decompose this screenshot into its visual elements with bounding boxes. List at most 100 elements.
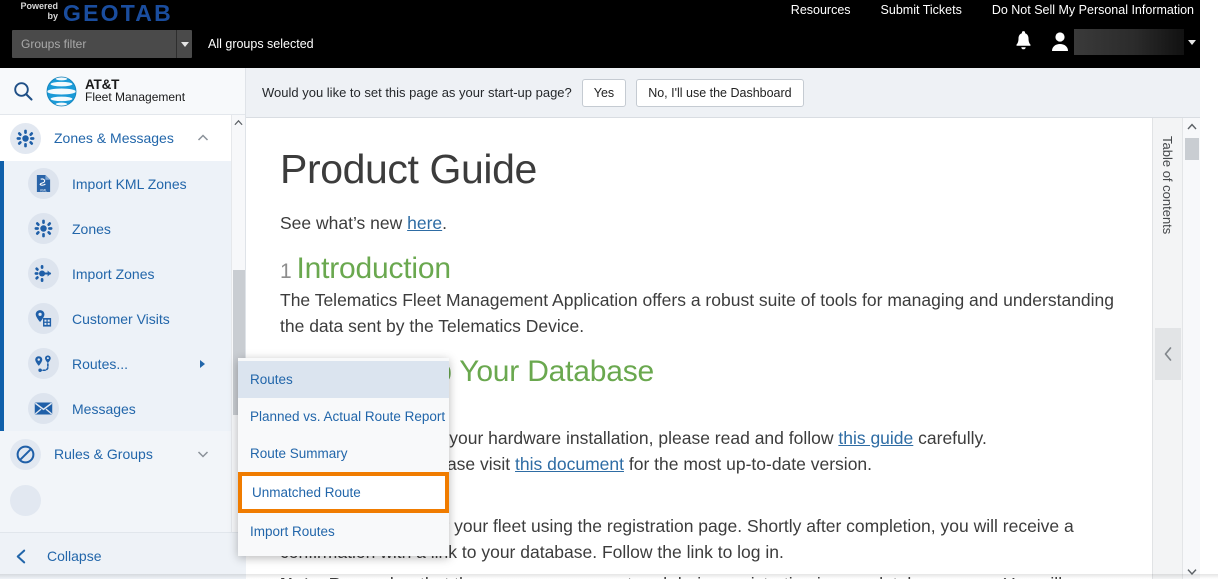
powered-line-1: Powered (20, 1, 58, 11)
att-product-name: AT&T Fleet Management (85, 78, 186, 104)
page-title: Product Guide (280, 146, 537, 192)
heading-introduction: 1 Introduction (280, 252, 1138, 286)
table-of-contents-rail[interactable]: Table of contents (1152, 118, 1182, 579)
submenu-arrow-icon (200, 359, 205, 368)
document-scroll-thumb[interactable] (1185, 138, 1199, 160)
sidebar-group-label: Zones & Messages (54, 130, 174, 146)
user-menu[interactable] (1050, 29, 1196, 55)
zone-gear-icon (28, 213, 59, 244)
zones-icon (10, 122, 41, 154)
chevron-up-icon (1186, 123, 1197, 129)
sidebar-item-routes[interactable]: Routes... (0, 341, 231, 386)
sidebar-nav-scroll-area: Zones & Messages KML Import KML Zones Zo… (0, 115, 245, 579)
top-bar: Powered by GEOTAB Resources Submit Ticke… (0, 0, 1200, 68)
customer-visits-icon (28, 303, 59, 334)
nav-link-submit-tickets[interactable]: Submit Tickets (881, 3, 962, 17)
kml-file-icon: KML (28, 168, 59, 199)
bottom-shadow (0, 574, 1218, 579)
nav-link-do-not-sell[interactable]: Do Not Sell My Personal Information (992, 3, 1194, 17)
sidebar-item-label: Customer Visits (72, 310, 170, 327)
geotab-logo: GEOTAB (63, 0, 173, 26)
heading-number: 1 (280, 260, 292, 283)
document-scrollbar[interactable] (1182, 118, 1200, 579)
this-document-link[interactable]: this document (515, 454, 624, 474)
startup-no-button[interactable]: No, I'll use the Dashboard (636, 78, 804, 107)
att-globe-icon (46, 76, 77, 106)
att-product-line: Fleet Management (85, 90, 186, 104)
groups-filter-input[interactable] (12, 30, 176, 58)
sidebar-item-customer-visits[interactable]: Customer Visits (0, 296, 231, 341)
envelope-icon (28, 393, 59, 424)
app-root: Powered by GEOTAB Resources Submit Ticke… (0, 0, 1218, 579)
introduction-body: The Telematics Fleet Management Applicat… (280, 290, 1115, 336)
caret-down-icon (180, 41, 189, 47)
chevron-left-icon (16, 549, 26, 563)
installation-text-a2: carefully. (913, 428, 987, 448)
sidebar-group-rules-and-groups[interactable]: Rules & Groups (0, 431, 231, 477)
sidebar-group-zones-and-messages[interactable]: Zones & Messages (0, 115, 231, 161)
import-zones-icon (28, 258, 59, 289)
right-gutter (1200, 0, 1218, 579)
sidebar-item-messages[interactable]: Messages (0, 386, 231, 431)
groups-filter-row: All groups selected (12, 30, 314, 58)
sidebar-item-zones[interactable]: Zones (0, 206, 231, 251)
sidebar-group-partial[interactable] (0, 477, 231, 523)
startup-banner-question: Would you like to set this page as your … (262, 85, 572, 100)
routes-submenu-flyout: Routes Planned vs. Actual Route Report R… (238, 358, 449, 556)
sidebar-scroll-up-button[interactable] (232, 115, 245, 129)
top-nav-links: Resources Submit Tickets Do Not Sell My … (791, 3, 1194, 17)
sidebar-group-label: Rules & Groups (54, 446, 153, 462)
chevron-up-icon (234, 119, 243, 125)
submenu-item-planned-vs-actual-route-report[interactable]: Planned vs. Actual Route Report (238, 398, 449, 435)
att-fleet-management-logo: AT&T Fleet Management (46, 76, 185, 107)
submenu-item-unmatched-route[interactable]: Unmatched Route (238, 472, 449, 513)
sidebar-collapse-button[interactable]: Collapse (0, 532, 246, 579)
startup-yes-button[interactable]: Yes (581, 78, 627, 107)
sidebar-nav-list: Zones & Messages KML Import KML Zones Zo… (0, 115, 231, 579)
sidebar-item-label: Import KML Zones (72, 175, 187, 192)
toc-collapse-button[interactable] (1155, 328, 1181, 380)
table-of-contents-label: Table of contents (1160, 136, 1175, 235)
person-icon (1052, 32, 1068, 51)
submenu-item-routes[interactable]: Routes (238, 361, 449, 398)
nav-link-resources[interactable]: Resources (791, 3, 851, 17)
installation-text-b2: for the most up-to-date version. (623, 454, 873, 474)
submenu-item-route-summary[interactable]: Route Summary (238, 435, 449, 472)
whats-new-suffix: . (442, 213, 448, 233)
sidebar-item-import-zones[interactable]: Import Zones (0, 251, 231, 296)
submenu-item-import-routes[interactable]: Import Routes (238, 513, 449, 550)
chevron-up-icon[interactable] (197, 132, 209, 144)
document-scroll-up-button[interactable] (1183, 118, 1200, 134)
groups-filter[interactable] (12, 30, 192, 58)
powered-line-2: by (47, 11, 58, 21)
whats-new-link[interactable]: here (407, 213, 442, 233)
rules-icon (10, 438, 41, 470)
chevron-left-icon (1164, 347, 1172, 361)
user-caret-down-icon[interactable] (1188, 39, 1196, 45)
user-name-field (1074, 29, 1184, 55)
sidebar-item-label: Zones (72, 220, 111, 237)
groups-filter-dropdown-button[interactable] (176, 30, 192, 58)
sidebar-item-label: Messages (72, 400, 136, 417)
notifications-button[interactable] (1010, 27, 1036, 57)
svg-text:KML: KML (40, 188, 47, 192)
whats-new-line: See what’s new here. (280, 211, 1138, 236)
routes-icon (28, 348, 59, 379)
sidebar-item-import-kml-zones[interactable]: KML Import KML Zones (0, 161, 231, 206)
left-sidebar: AT&T Fleet Management Zones & Messages K… (0, 68, 246, 579)
powered-by-label: Powered by (14, 1, 58, 21)
topbar-icon-group (1010, 27, 1196, 57)
whats-new-prefix: See what’s new (280, 213, 408, 233)
groups-selected-label: All groups selected (208, 37, 314, 51)
startup-page-banner: Would you like to set this page as your … (246, 68, 1200, 118)
bell-icon (1015, 31, 1031, 50)
partial-group-icon (10, 484, 41, 516)
heading-text: Introduction (296, 252, 451, 285)
this-guide-link[interactable]: this guide (838, 428, 913, 448)
sidebar-collapse-label: Collapse (47, 548, 102, 564)
sidebar-item-label: Import Zones (72, 265, 155, 282)
chevron-down-icon[interactable] (197, 448, 209, 460)
sidebar-search-button[interactable] (0, 80, 46, 102)
sidebar-item-label: Routes... (72, 355, 129, 372)
sidebar-header: AT&T Fleet Management (0, 68, 245, 115)
